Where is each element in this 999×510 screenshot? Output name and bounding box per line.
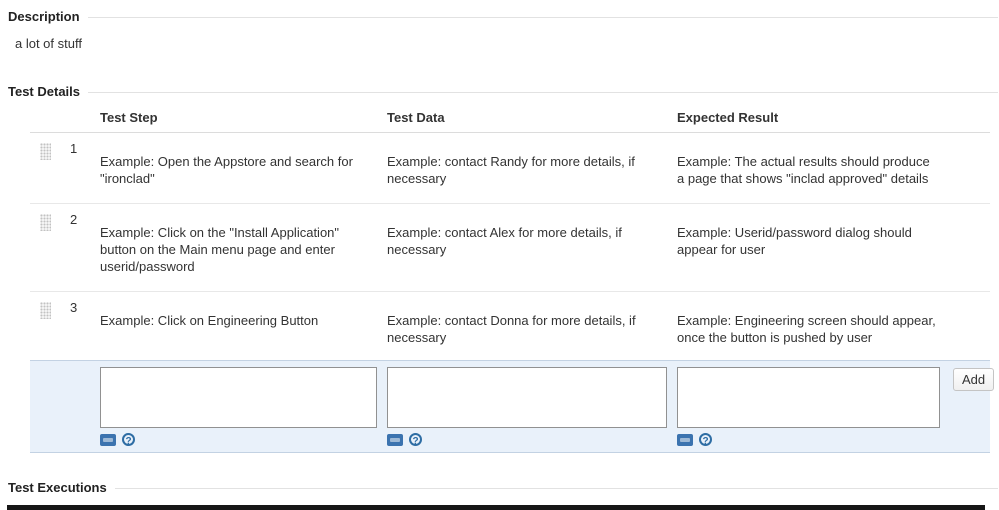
column-expected-result: Expected Result (677, 110, 779, 125)
bottom-window-edge (7, 505, 985, 510)
folder-icon[interactable] (100, 433, 116, 446)
table-row: 2 Example: Click on the "Install Applica… (30, 204, 990, 292)
help-icon[interactable]: ? (409, 433, 422, 447)
expected-cell[interactable]: Example: Engineering screen should appea… (677, 300, 950, 346)
test-details-divider (88, 91, 998, 93)
test-details-section-header: Test Details (0, 84, 999, 100)
table-row: 1 Example: Open the Appstore and search … (30, 133, 990, 204)
step-number: 2 (70, 212, 78, 227)
description-divider (87, 16, 998, 18)
new-step-input[interactable] (100, 367, 377, 428)
expected-cell[interactable]: Example: The actual results should produ… (677, 141, 950, 187)
test-executions-section-header: Test Executions (0, 480, 999, 496)
drag-handle-icon[interactable] (39, 214, 51, 231)
test-case-page: Description a lot of stuff Test Details … (0, 0, 999, 510)
data-cell[interactable]: Example: contact Alex for more details, … (387, 212, 677, 275)
drag-handle-icon[interactable] (39, 143, 51, 160)
column-test-data: Test Data (387, 110, 445, 125)
step-cell[interactable]: Example: Open the Appstore and search fo… (100, 141, 387, 187)
add-step-button[interactable]: Add (953, 368, 995, 391)
column-test-step: Test Step (100, 110, 158, 125)
expected-cell[interactable]: Example: Userid/password dialog should a… (677, 212, 950, 275)
test-steps-table: Test Step Test Data Expected Result 1 Ex… (30, 110, 995, 453)
folder-icon[interactable] (387, 433, 403, 446)
test-executions-title: Test Executions (8, 480, 107, 495)
step-number: 1 (70, 141, 78, 156)
folder-icon[interactable] (677, 433, 693, 446)
step-cell[interactable]: Example: Click on the "Install Applicati… (100, 212, 387, 275)
description-title: Description (8, 9, 80, 24)
test-steps-header-row: Test Step Test Data Expected Result (30, 110, 990, 133)
help-icon[interactable]: ? (699, 433, 712, 447)
new-data-input[interactable] (387, 367, 667, 428)
description-section-header: Description (0, 0, 999, 25)
step-number: 3 (70, 300, 78, 315)
description-content: a lot of stuff (15, 36, 82, 51)
table-row: 3 Example: Click on Engineering Button E… (30, 292, 990, 360)
test-details-title: Test Details (8, 84, 81, 99)
help-icon[interactable]: ? (122, 433, 135, 447)
add-step-row: ? ? ? Add (30, 360, 995, 453)
data-cell[interactable]: Example: contact Randy for more details,… (387, 141, 677, 187)
test-executions-divider (114, 487, 998, 489)
step-cell[interactable]: Example: Click on Engineering Button (100, 300, 387, 346)
data-cell[interactable]: Example: contact Donna for more details,… (387, 300, 677, 346)
new-expected-input[interactable] (677, 367, 940, 428)
drag-handle-icon[interactable] (39, 302, 51, 319)
